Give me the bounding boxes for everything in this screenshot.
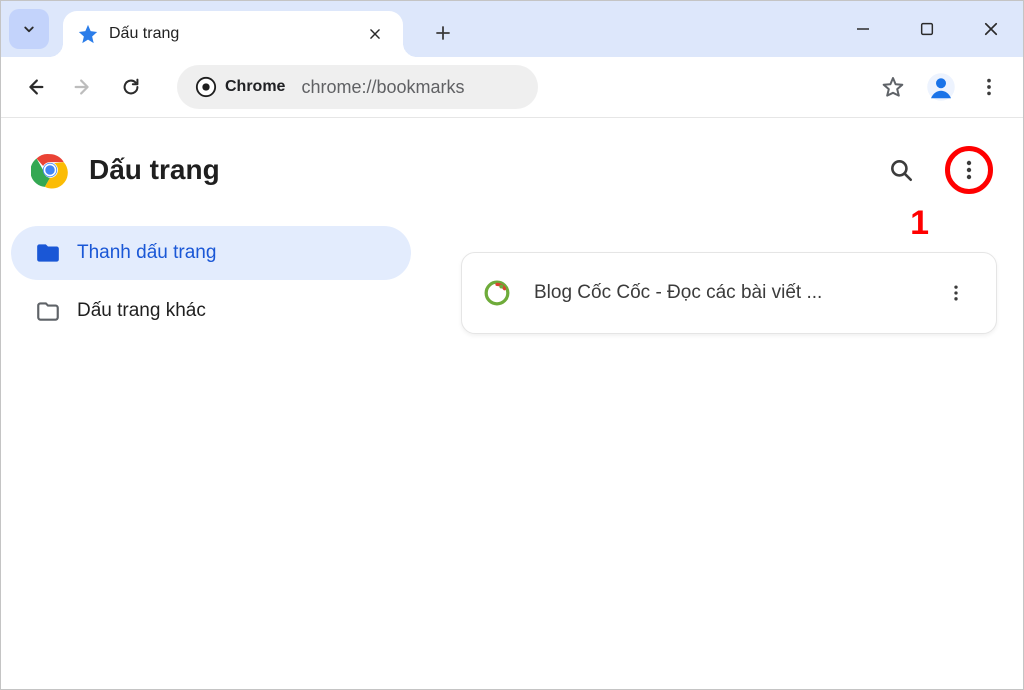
kebab-menu-icon [946, 283, 966, 303]
chrome-menu-button[interactable] [967, 65, 1011, 109]
minimize-button[interactable] [831, 1, 895, 57]
coccoc-favicon-icon [484, 280, 510, 306]
bookmarks-sidebar: Thanh dấu trang Dấu trang khác [1, 222, 421, 342]
profile-button[interactable] [919, 65, 963, 109]
omnibox[interactable]: Chrome chrome://bookmarks [177, 65, 538, 109]
profile-icon [926, 72, 956, 102]
reload-button[interactable] [109, 65, 153, 109]
star-outline-icon [881, 75, 905, 99]
bookmarks-organize-button[interactable] [945, 146, 993, 194]
new-tab-button[interactable] [423, 13, 463, 53]
folder-label: Dấu trang khác [77, 300, 206, 322]
bookmark-item-title: Blog Cốc Cốc - Đọc các bài viết ... [534, 282, 914, 304]
folder-outline-icon [35, 298, 61, 324]
chrome-logo-icon [31, 151, 69, 189]
bookmarks-body: Thanh dấu trang Dấu trang khác Blog Cốc … [1, 218, 1023, 346]
kebab-menu-icon [957, 158, 981, 182]
folder-other-bookmarks[interactable]: Dấu trang khác [11, 284, 411, 338]
maximize-icon [919, 21, 935, 37]
close-window-button[interactable] [959, 1, 1023, 57]
browser-window: Dấu trang [0, 0, 1024, 690]
bookmark-item[interactable]: Blog Cốc Cốc - Đọc các bài viết ... [461, 252, 997, 334]
chrome-shield-icon [195, 76, 217, 98]
bookmarks-header: Dấu trang [1, 118, 1023, 218]
titlebar: Dấu trang [1, 1, 1023, 57]
omnibox-chip-label: Chrome [225, 78, 285, 96]
arrow-left-icon [24, 76, 46, 98]
folder-label: Thanh dấu trang [77, 242, 216, 264]
search-tabs-button[interactable] [9, 9, 49, 49]
chevron-down-icon [20, 20, 38, 38]
toolbar: Chrome chrome://bookmarks [1, 57, 1023, 117]
forward-button[interactable] [61, 65, 105, 109]
tab-close-button[interactable] [361, 20, 389, 48]
annotation-callout-1: 1 [910, 204, 929, 243]
back-button[interactable] [13, 65, 57, 109]
tab-title: Dấu trang [109, 25, 361, 43]
bookmark-item-menu-button[interactable] [938, 275, 974, 311]
plus-icon [434, 24, 452, 42]
bookmarks-list: Blog Cốc Cốc - Đọc các bài viết ... [421, 222, 1023, 342]
bookmark-star-button[interactable] [871, 65, 915, 109]
page-content: Dấu trang Thanh dấu trang Dấu trang khác [1, 117, 1023, 689]
bookmarks-search-button[interactable] [877, 146, 925, 194]
omnibox-url: chrome://bookmarks [301, 77, 464, 98]
minimize-icon [854, 20, 872, 38]
close-icon [368, 27, 382, 41]
folder-bookmarks-bar[interactable]: Thanh dấu trang [11, 226, 411, 280]
maximize-button[interactable] [895, 1, 959, 57]
reload-icon [120, 76, 142, 98]
search-icon [888, 157, 914, 183]
folder-icon [35, 240, 61, 266]
close-icon [982, 20, 1000, 38]
page-title: Dấu trang [89, 154, 857, 186]
kebab-menu-icon [978, 76, 1000, 98]
star-filled-icon [77, 23, 99, 45]
tab-bookmarks[interactable]: Dấu trang [63, 11, 403, 57]
omnibox-chip: Chrome [195, 76, 285, 98]
arrow-right-icon [72, 76, 94, 98]
window-controls [831, 1, 1023, 57]
